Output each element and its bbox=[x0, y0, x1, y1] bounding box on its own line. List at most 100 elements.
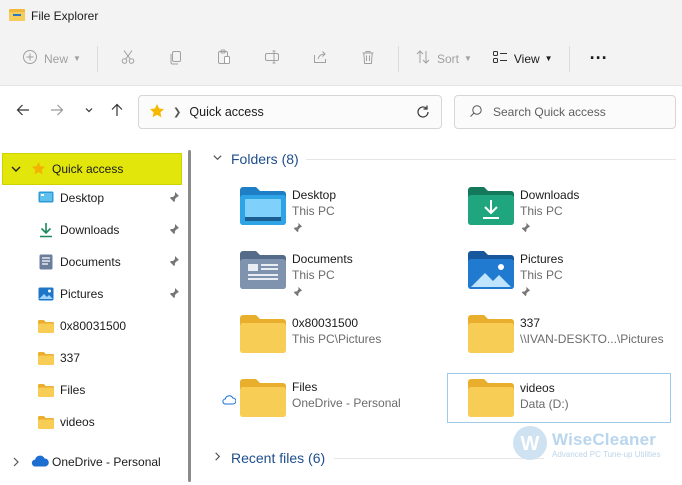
folder-name: 337 bbox=[520, 316, 541, 330]
sidebar-item-documents[interactable]: Documents bbox=[0, 246, 186, 278]
search-icon bbox=[469, 104, 483, 121]
star-icon bbox=[149, 103, 165, 122]
recent-locations-button[interactable] bbox=[78, 100, 100, 122]
folder-location: This PC bbox=[292, 204, 335, 218]
new-label: New bbox=[44, 51, 69, 66]
navigation-pane: Quick access Desktop Downloads Documents bbox=[0, 138, 196, 485]
section-divider bbox=[306, 159, 676, 160]
folder-tile-0x80031500[interactable]: 0x80031500 This PC\Pictures bbox=[200, 308, 420, 368]
sort-label: Sort bbox=[436, 51, 459, 66]
sidebar-item-files[interactable]: Files bbox=[0, 374, 186, 406]
sidebar-item-pictures[interactable]: Pictures bbox=[0, 278, 186, 310]
folder-tile-desktop[interactable]: Desktop This PC bbox=[200, 180, 420, 240]
folder-icon bbox=[240, 378, 286, 418]
folders-header-label: Folders (8) bbox=[231, 151, 299, 167]
pin-icon bbox=[292, 286, 303, 300]
folder-icon bbox=[468, 378, 514, 418]
file-explorer-icon bbox=[9, 8, 25, 25]
folder-tile-files[interactable]: Files OneDrive - Personal bbox=[200, 372, 420, 432]
sidebar-item-label: OneDrive - Personal bbox=[52, 455, 161, 469]
folder-location: This PC bbox=[292, 268, 335, 282]
folder-location: This PC bbox=[520, 268, 563, 282]
folder-name: 0x80031500 bbox=[292, 316, 359, 330]
watermark-tagline: Advanced PC Tune-up Utilities bbox=[552, 449, 661, 459]
share-button[interactable] bbox=[296, 42, 344, 76]
folder-tile-337[interactable]: 337 \\IVAN-DESKTO...\Pictures bbox=[428, 308, 664, 368]
view-button[interactable]: View ▼ bbox=[482, 42, 563, 76]
rename-button[interactable] bbox=[248, 42, 296, 76]
trash-icon bbox=[360, 49, 376, 68]
new-button[interactable]: New ▼ bbox=[12, 42, 91, 76]
folder-tile-documents[interactable]: Documents This PC bbox=[200, 244, 420, 304]
address-bar[interactable]: ❯ Quick access bbox=[138, 95, 442, 129]
cloud-outline-icon bbox=[222, 394, 237, 408]
folder-icon bbox=[38, 350, 54, 366]
refresh-icon[interactable] bbox=[415, 104, 431, 123]
paste-button[interactable] bbox=[200, 42, 248, 76]
sort-button[interactable]: Sort ▼ bbox=[405, 42, 482, 76]
sidebar-item-label: 337 bbox=[60, 351, 81, 365]
sidebar-item-onedrive[interactable]: OneDrive - Personal bbox=[0, 446, 186, 478]
desktop-folder-icon bbox=[240, 186, 286, 226]
sidebar-item-label: videos bbox=[60, 415, 95, 429]
chevron-right-icon: ❯ bbox=[173, 106, 182, 118]
folder-icon bbox=[240, 314, 286, 354]
folder-tile-videos[interactable]: videos Data (D:) bbox=[447, 373, 671, 423]
clipboard-icon bbox=[216, 49, 232, 68]
copy-button[interactable] bbox=[152, 42, 200, 76]
sidebar-item-0x80031500[interactable]: 0x80031500 bbox=[0, 310, 186, 342]
sidebar-item-videos[interactable]: videos bbox=[0, 406, 186, 438]
sidebar-scrollbar[interactable] bbox=[188, 150, 191, 482]
search-input[interactable]: Search Quick access bbox=[454, 95, 676, 129]
chevron-down-icon: ▼ bbox=[544, 54, 553, 63]
toolbar-separator bbox=[397, 45, 399, 72]
wisecleaner-watermark: W WiseCleaner Advanced PC Tune-up Utilit… bbox=[512, 424, 680, 464]
sidebar-item-quick-access[interactable]: Quick access bbox=[0, 153, 186, 185]
folder-location: \\IVAN-DESKTO...\Pictures bbox=[520, 332, 664, 346]
sidebar-item-desktop[interactable]: Desktop bbox=[0, 182, 186, 214]
folder-icon bbox=[468, 314, 514, 354]
window-title: File Explorer bbox=[31, 9, 99, 23]
chevron-down-icon bbox=[10, 163, 22, 178]
cloud-icon bbox=[31, 455, 49, 470]
folder-icon bbox=[38, 382, 54, 398]
address-row: ❯ Quick access Search Quick access bbox=[0, 86, 682, 138]
chevron-down-icon: ▼ bbox=[463, 54, 472, 63]
more-options-button[interactable]: ··· bbox=[576, 42, 622, 76]
delete-button[interactable] bbox=[344, 42, 392, 76]
documents-folder-icon bbox=[240, 250, 286, 290]
folder-icon bbox=[38, 318, 54, 334]
svg-text:W: W bbox=[521, 433, 540, 455]
sidebar-item-downloads[interactable]: Downloads bbox=[0, 214, 186, 246]
folders-section-header[interactable]: Folders (8) bbox=[212, 151, 299, 167]
breadcrumb-quick-access[interactable]: Quick access bbox=[189, 105, 263, 119]
more-label: ··· bbox=[589, 48, 608, 68]
pin-icon bbox=[168, 191, 180, 206]
title-bar: File Explorer bbox=[0, 0, 682, 32]
folder-location: This PC bbox=[520, 204, 563, 218]
up-button[interactable] bbox=[106, 100, 128, 122]
cut-button[interactable] bbox=[104, 42, 152, 76]
back-button[interactable] bbox=[12, 100, 34, 122]
share-icon bbox=[312, 49, 328, 68]
folder-location: OneDrive - Personal bbox=[292, 396, 401, 410]
sort-icon bbox=[415, 49, 431, 68]
folder-tile-downloads[interactable]: Downloads This PC bbox=[428, 180, 648, 240]
sidebar-item-label: Quick access bbox=[52, 162, 124, 176]
chevron-down-icon bbox=[212, 152, 223, 166]
sidebar-item-label: 0x80031500 bbox=[60, 319, 127, 333]
folder-tile-pictures[interactable]: Pictures This PC bbox=[428, 244, 648, 304]
forward-button[interactable] bbox=[46, 100, 68, 122]
watermark-name: WiseCleaner bbox=[552, 429, 657, 449]
folder-name: Files bbox=[292, 380, 318, 394]
desktop-icon bbox=[38, 190, 54, 206]
folder-name: videos bbox=[520, 381, 555, 395]
recent-files-section-header[interactable]: Recent files (6) bbox=[212, 450, 325, 466]
sidebar-item-337[interactable]: 337 bbox=[0, 342, 186, 374]
search-placeholder: Search Quick access bbox=[493, 105, 606, 119]
sidebar-item-label: Downloads bbox=[60, 223, 120, 237]
command-bar: New ▼ Sort ▼ View ▼ ··· bbox=[0, 32, 682, 86]
folder-name: Downloads bbox=[520, 188, 580, 202]
folder-name: Desktop bbox=[292, 188, 337, 202]
pin-icon bbox=[520, 222, 531, 236]
